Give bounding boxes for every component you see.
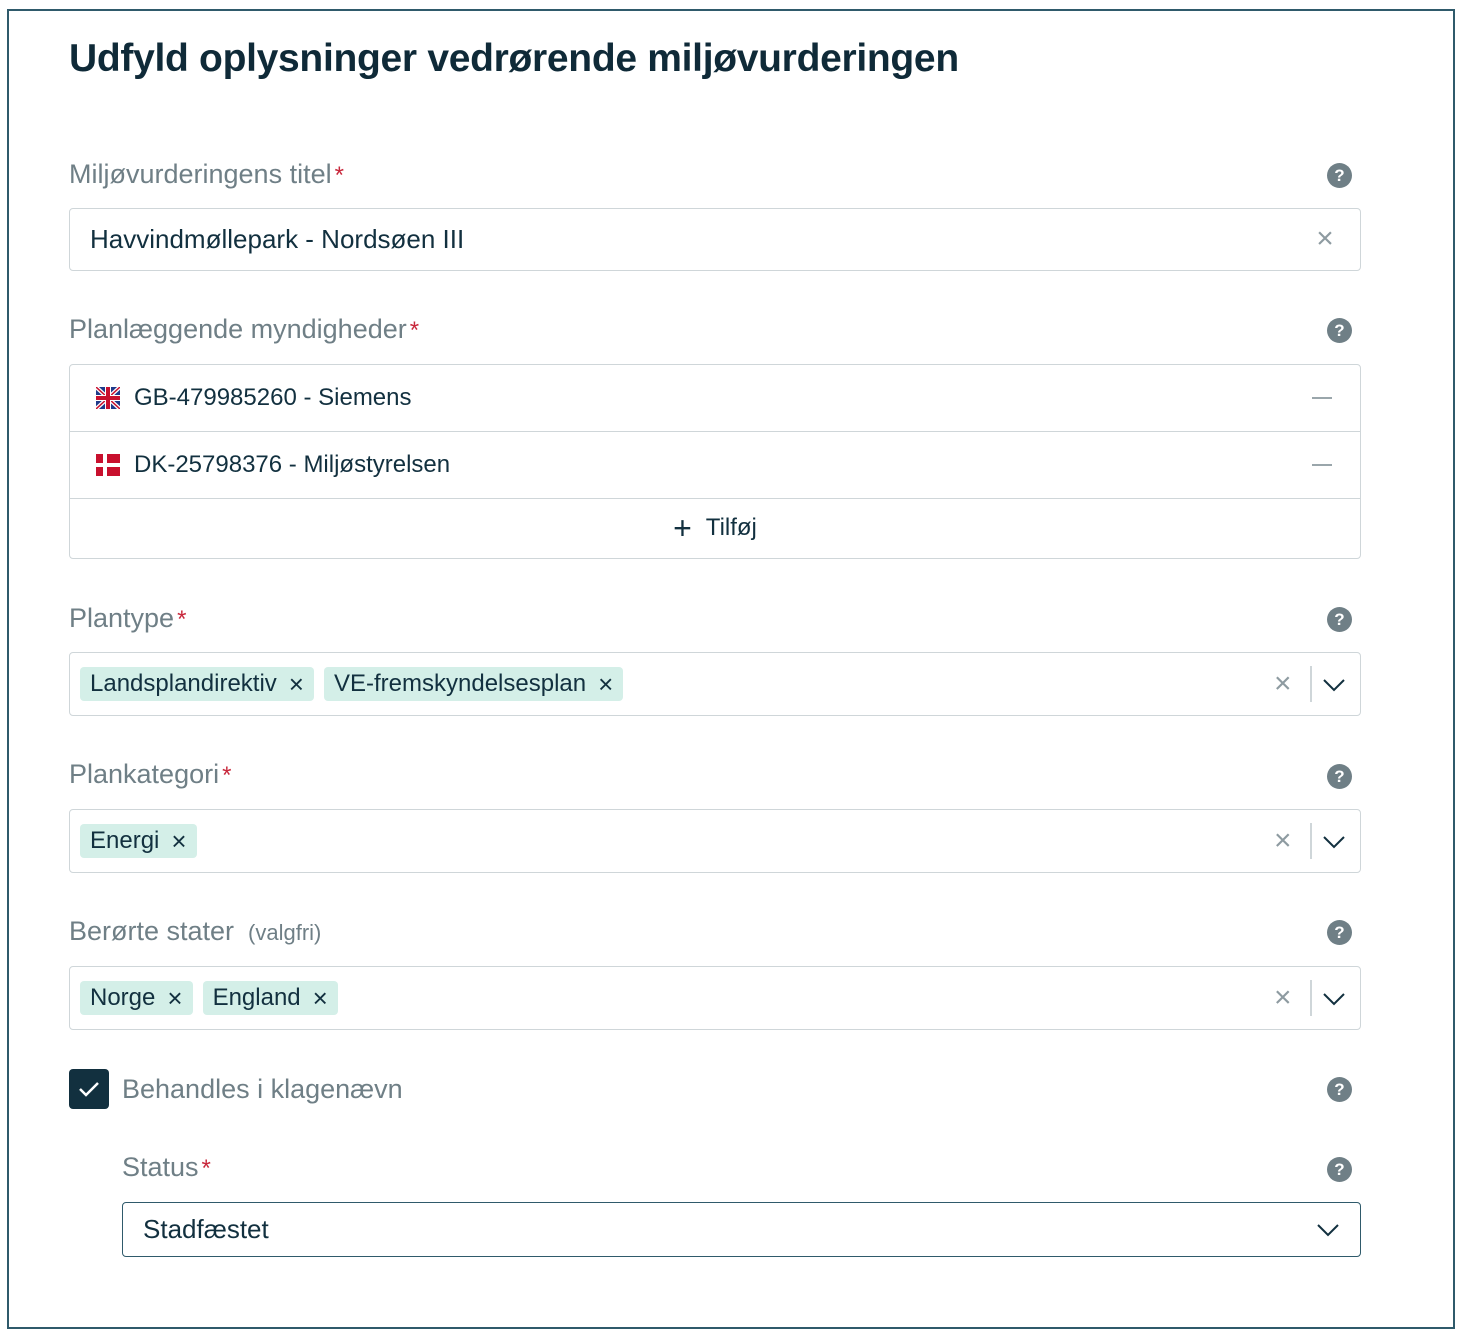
help-icon[interactable]: ? <box>1327 764 1352 789</box>
title-input-value[interactable]: Havvindmøllepark - Nordsøen III <box>90 209 464 270</box>
tag-label: England <box>212 984 301 1011</box>
appeal-label[interactable]: Behandles i klagenævn <box>122 1074 403 1105</box>
authorities-label-text: Planlæggende myndigheder <box>69 314 407 344</box>
authority-text: GB-479985260 - Siemens <box>134 384 412 411</box>
close-icon[interactable]: × <box>1274 983 1292 1013</box>
list-item[interactable]: GB-479985260 - Siemens <box>70 365 1360 432</box>
help-icon[interactable]: ? <box>1327 920 1352 945</box>
status-select[interactable]: Stadfæstet <box>122 1202 1361 1257</box>
required-marker: * <box>334 162 344 189</box>
tag-label: VE-fremskyndelsesplan <box>333 670 587 697</box>
page-title: Udfyld oplysninger vedrørende miljøvurde… <box>69 37 959 80</box>
help-icon[interactable]: ? <box>1327 163 1352 188</box>
close-icon[interactable]: × <box>1274 826 1292 856</box>
title-label: Miljøvurderingens titel * <box>69 159 344 190</box>
status-label-text: Status <box>122 1152 199 1182</box>
chevron-down-icon[interactable] <box>1316 1223 1340 1237</box>
authorities-list: GB-479985260 - Siemens DK-25798376 - Mil… <box>69 364 1361 559</box>
help-icon[interactable]: ? <box>1327 607 1352 632</box>
plantype-label-text: Plantype <box>69 603 175 633</box>
close-icon[interactable]: × <box>313 985 328 1011</box>
tag-label: Landsplandirektiv <box>90 670 277 697</box>
title-label-text: Miljøvurderingens titel <box>69 159 332 189</box>
affected-states-label: Berørte stater (valgfri) <box>69 916 321 947</box>
close-icon[interactable]: × <box>167 985 182 1011</box>
authority-text: DK-25798376 - Miljøstyrelsen <box>134 451 451 478</box>
tag-label: Energi <box>90 827 160 854</box>
tag: Norge × <box>80 981 193 1015</box>
close-icon[interactable]: × <box>598 671 613 697</box>
title-input[interactable]: Havvindmøllepark - Nordsøen III × <box>69 208 1361 271</box>
appeal-checkbox[interactable] <box>69 1069 109 1109</box>
plus-icon: + <box>673 509 692 546</box>
tag: Landsplandirektiv × <box>80 667 314 701</box>
optional-marker: (valgfri) <box>248 920 322 945</box>
plantype-select[interactable]: Landsplandirektiv × VE-fremskyndelsespla… <box>69 652 1361 716</box>
checkmark-icon <box>79 1082 99 1097</box>
separator <box>1310 980 1312 1016</box>
help-icon[interactable]: ? <box>1327 318 1352 343</box>
separator <box>1310 666 1312 702</box>
separator <box>1310 823 1312 859</box>
chevron-down-icon[interactable] <box>1322 678 1346 692</box>
required-marker: * <box>409 317 420 344</box>
tag-label: Norge <box>90 984 156 1011</box>
tag: VE-fremskyndelsesplan × <box>323 667 624 701</box>
form-panel: Udfyld oplysninger vedrørende miljøvurde… <box>7 9 1455 1329</box>
close-icon[interactable]: × <box>1314 224 1336 254</box>
status-label: Status * <box>122 1152 211 1183</box>
close-icon[interactable]: × <box>289 671 304 697</box>
tag: Energi × <box>80 824 197 858</box>
dk-flag-icon <box>96 454 120 476</box>
required-marker: * <box>201 1155 211 1182</box>
required-marker: * <box>177 606 187 633</box>
affected-states-label-text: Berørte stater <box>69 916 235 946</box>
close-icon[interactable]: × <box>1274 669 1292 699</box>
uk-flag-icon <box>96 387 120 409</box>
add-authority-button[interactable]: + Tilføj <box>70 499 1360 556</box>
required-marker: * <box>222 762 232 789</box>
status-value[interactable]: Stadfæstet <box>143 1203 269 1256</box>
close-icon[interactable]: × <box>171 828 186 854</box>
plankategori-select[interactable]: Energi × × <box>69 809 1361 873</box>
list-item[interactable]: DK-25798376 - Miljøstyrelsen <box>70 432 1360 499</box>
add-label: Tilføj <box>705 513 757 541</box>
tag: England × <box>202 981 338 1015</box>
remove-icon[interactable] <box>1312 464 1332 466</box>
chevron-down-icon[interactable] <box>1322 992 1346 1006</box>
remove-icon[interactable] <box>1312 397 1332 399</box>
help-icon[interactable]: ? <box>1327 1157 1352 1182</box>
chevron-down-icon[interactable] <box>1322 835 1346 849</box>
plantype-label: Plantype * <box>69 603 186 634</box>
authorities-label: Planlæggende myndigheder * <box>69 314 419 345</box>
help-icon[interactable]: ? <box>1327 1077 1352 1102</box>
affected-states-select[interactable]: Norge × England × × <box>69 966 1361 1030</box>
plankategori-label: Plankategori * <box>69 759 231 790</box>
plankategori-label-text: Plankategori <box>69 759 220 789</box>
